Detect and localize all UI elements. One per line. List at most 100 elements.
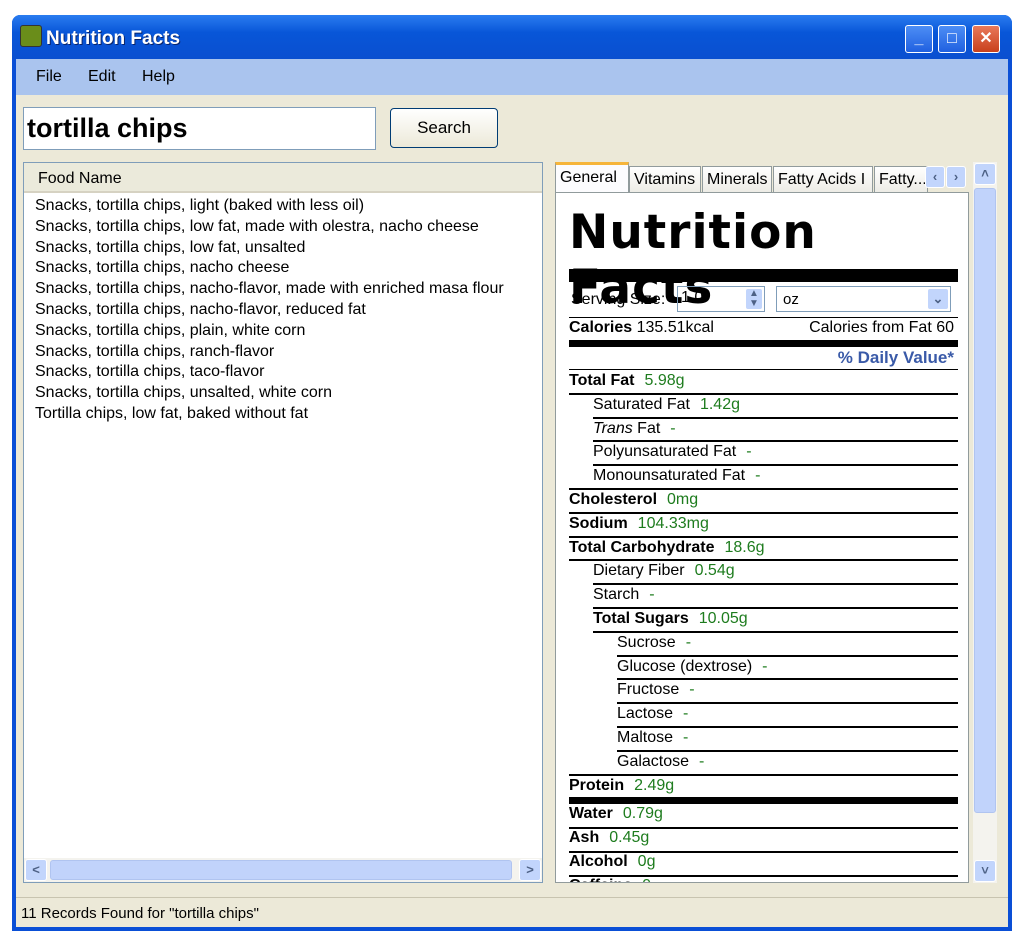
menu-bar: File Edit Help	[16, 59, 1008, 95]
minimize-button[interactable]: _	[905, 25, 933, 53]
nutrient-label: Maltose	[617, 729, 674, 746]
nutrient-label: Dietary Fiber	[593, 562, 685, 580]
nutrient-row: Ash 0.45g	[569, 829, 649, 847]
nutrient-row: Maltose -	[617, 729, 688, 747]
horizontal-scrollbar[interactable]: < >	[24, 858, 542, 882]
nutrient-label: Monounsaturated Fat	[593, 467, 746, 485]
divider	[617, 726, 958, 728]
tab-minerals[interactable]: Minerals	[702, 166, 772, 193]
tab-fatty-acids-1[interactable]: Fatty Acids I	[773, 166, 873, 193]
nutrient-row: Monounsaturated Fat -	[593, 467, 760, 485]
column-header-food-name[interactable]: Food Name	[24, 163, 542, 193]
scroll-down-icon[interactable]: ˅	[974, 860, 996, 882]
menu-help[interactable]: Help	[142, 68, 175, 86]
divider	[617, 678, 958, 681]
nutrient-row: Protein 2.49g	[569, 777, 674, 795]
serving-unit-select[interactable]: oz ⌄	[776, 286, 951, 312]
search-button[interactable]: Search	[390, 108, 498, 148]
nutrient-label: Polyunsaturated Fat	[593, 443, 737, 461]
food-list: Food Name Snacks, tortilla chips, light …	[23, 162, 543, 883]
divider	[617, 749, 958, 752]
nutrient-value: -	[699, 752, 705, 770]
nutrient-value: 1.42g	[699, 395, 740, 413]
divider	[593, 416, 958, 419]
divider	[593, 630, 958, 633]
scroll-left-icon[interactable]: <	[25, 859, 47, 881]
nutrient-value: 18.6g	[724, 538, 765, 556]
divider	[569, 559, 958, 562]
list-item[interactable]: Snacks, tortilla chips, nacho-flavor, ma…	[35, 280, 504, 298]
menu-file[interactable]: File	[36, 68, 62, 86]
app-window: Nutrition Facts _ □ ✕ File Edit Help tor…	[12, 15, 1012, 931]
nutrient-value: -	[683, 705, 689, 723]
scroll-thumb[interactable]	[974, 188, 996, 813]
nutrition-label: Nutrition Facts Serving Size: 1.0 ▲ ▼ oz ⌄ …	[555, 192, 969, 883]
maximize-button[interactable]: □	[938, 25, 966, 53]
nutrient-row: Dietary Fiber 0.54g	[593, 562, 735, 580]
close-button[interactable]: ✕	[972, 25, 1000, 53]
divider	[569, 511, 958, 514]
nutrient-row: Fructose -	[617, 681, 695, 699]
nutrient-value: 0.45g	[609, 829, 650, 847]
list-item[interactable]: Snacks, tortilla chips, low fat, made wi…	[35, 218, 479, 236]
spinner-arrows-icon[interactable]: ▲ ▼	[745, 288, 763, 310]
tab-fatty-acids-2[interactable]: Fatty...	[874, 166, 928, 193]
nutrient-label: Total Fat	[569, 372, 635, 389]
nutrient-label: Water	[569, 805, 613, 823]
nutrient-row: Alcohol 0g	[569, 853, 655, 871]
calories-from-fat: Calories from Fat 60	[809, 319, 954, 336]
list-item[interactable]: Snacks, tortilla chips, unsalted, white …	[35, 384, 332, 402]
tab-scroll-left-icon[interactable]: ‹	[925, 166, 945, 188]
list-item[interactable]: Snacks, tortilla chips, taco-flavor	[35, 363, 264, 381]
nutrient-value: -	[755, 467, 761, 485]
nutrient-value: 0.79g	[622, 805, 663, 823]
list-item[interactable]: Snacks, tortilla chips, nacho-flavor, re…	[35, 301, 366, 319]
calories-value: 135.51kcal	[636, 319, 714, 336]
divider	[569, 488, 958, 490]
nutrient-row: Total Sugars 10.05g	[593, 610, 748, 628]
list-item[interactable]: Snacks, tortilla chips, low fat, unsalte…	[35, 239, 305, 257]
tab-general[interactable]: General	[555, 162, 629, 194]
nutrient-row: Cholesterol 0mg	[569, 491, 698, 509]
nutrient-value: -	[746, 443, 752, 461]
nutrient-row: Polyunsaturated Fat -	[593, 443, 752, 461]
nutrient-value: 0g	[637, 853, 656, 870]
list-item[interactable]: Snacks, tortilla chips, light (baked wit…	[35, 197, 364, 215]
nutrient-label: Sodium	[569, 514, 628, 532]
divider	[569, 317, 958, 318]
divider-medium	[569, 340, 958, 347]
nutrient-value: 10.05g	[698, 610, 748, 627]
list-item[interactable]: Snacks, tortilla chips, ranch-flavor	[35, 343, 274, 361]
nutrient-value: 0mg	[667, 491, 699, 508]
divider	[617, 702, 958, 705]
list-item[interactable]: Snacks, tortilla chips, nacho cheese	[35, 259, 289, 277]
serving-size-label: Serving Size:	[571, 291, 666, 308]
nutrient-row: Sodium 104.33mg	[569, 515, 709, 533]
client-area: File Edit Help tortilla chips Search Foo…	[16, 59, 1008, 927]
divider-thick	[569, 269, 958, 282]
scroll-thumb[interactable]	[50, 860, 512, 880]
nutrient-value: 104.33mg	[637, 514, 709, 532]
serving-unit-value: oz	[783, 291, 799, 308]
vertical-scrollbar[interactable]: ˄ ˅	[973, 162, 997, 883]
divider	[569, 535, 958, 538]
app-icon	[20, 25, 42, 47]
nutrient-value: -	[683, 729, 689, 746]
search-input[interactable]: tortilla chips	[23, 107, 376, 150]
tab-vitamins[interactable]: Vitamins	[629, 166, 701, 193]
menu-edit[interactable]: Edit	[88, 68, 116, 86]
scroll-right-icon[interactable]: >	[519, 859, 541, 881]
nutrient-value: -	[689, 681, 695, 699]
list-item[interactable]: Tortilla chips, low fat, baked without f…	[35, 405, 308, 423]
title-bar[interactable]: Nutrition Facts _ □ ✕	[12, 15, 1012, 59]
chevron-down-icon[interactable]: ⌄	[927, 288, 949, 310]
scroll-up-icon[interactable]: ˄	[974, 163, 996, 185]
calories-label: Calories	[569, 319, 633, 336]
nutrient-row: Sucrose -	[617, 634, 691, 652]
nutrient-label: Starch	[593, 586, 640, 604]
nutrient-row: Galactose -	[617, 753, 704, 771]
serving-size-spinner[interactable]: 1.0 ▲ ▼	[677, 286, 765, 312]
divider	[569, 773, 958, 776]
tab-scroll-right-icon[interactable]: ›	[946, 166, 966, 188]
list-item[interactable]: Snacks, tortilla chips, plain, white cor…	[35, 322, 305, 340]
